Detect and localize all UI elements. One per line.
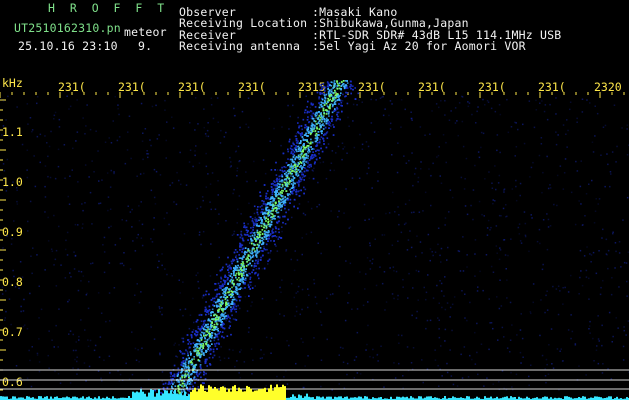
- axis-tick-marks: [0, 92, 625, 391]
- baseline-spectrum: [0, 384, 629, 400]
- meteor-trail: [154, 80, 360, 397]
- spectrogram-plot: [0, 80, 629, 400]
- background-noise: [0, 95, 629, 391]
